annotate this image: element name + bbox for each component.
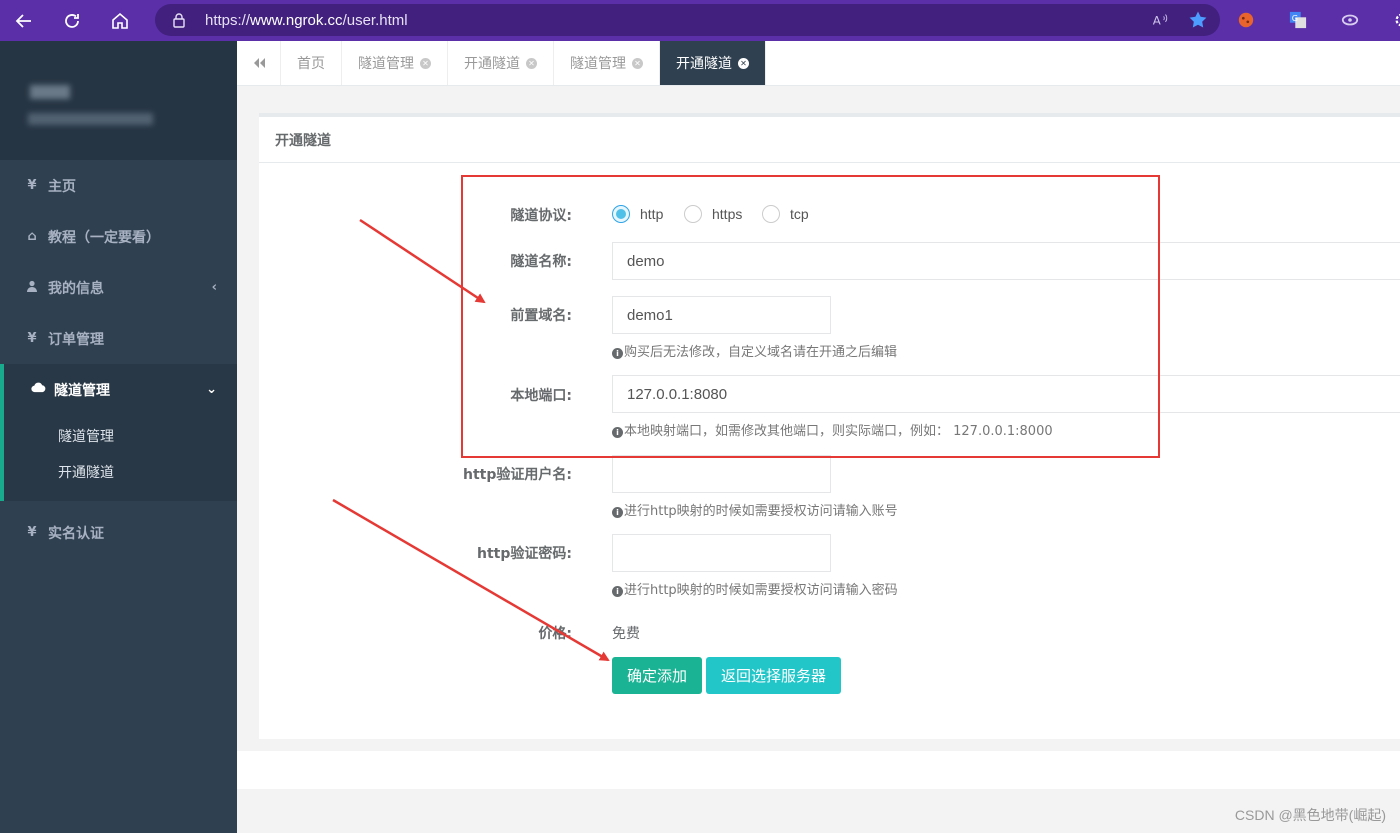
sidebar-item-tunnels[interactable]: 隧道管理 ⌄ [0, 364, 237, 415]
settings-icon[interactable] [1391, 9, 1400, 31]
http-user-input[interactable] [612, 455, 831, 493]
yen-icon: ¥ [27, 178, 37, 193]
radio-circle [762, 205, 780, 223]
back-to-servers-button[interactable]: 返回选择服务器 [706, 657, 841, 694]
tunnel-name-input[interactable]: demo [612, 242, 1400, 280]
username-blurred [28, 113, 153, 125]
sidebar-item-label: 订单管理 [48, 331, 104, 348]
info-icon: i [612, 348, 623, 359]
http-pass-label: http验证密码: [477, 546, 572, 562]
yen-icon: ¥ [27, 331, 37, 346]
subdomain-input[interactable]: demo1 [612, 296, 831, 334]
info-icon: i [612, 586, 623, 597]
submit-button[interactable]: 确定添加 [612, 657, 702, 694]
radio-circle [612, 205, 630, 223]
price-value: 免费 [612, 626, 640, 642]
http-user-help: i 进行http映射的时候如需要授权访问请输入账号 [612, 500, 898, 519]
refresh-icon [65, 13, 79, 28]
radio-circle [684, 205, 702, 223]
back-arrow-icon [15, 13, 31, 28]
lock-icon [173, 13, 185, 28]
sidebar-item-label: 教程（一定要看） [48, 229, 160, 246]
avatar-blurred [30, 85, 70, 99]
user-icon [24, 280, 40, 296]
price-label: 价格: [538, 626, 572, 642]
refresh-button[interactable] [48, 0, 96, 41]
http-pass-input[interactable] [612, 534, 831, 572]
url-text: https://www.ngrok.cc/user.html [205, 11, 408, 29]
double-chevron-left-icon [253, 58, 265, 68]
extension-cookie-icon[interactable] [1235, 9, 1257, 31]
tab-scroll-left-button[interactable] [237, 41, 281, 85]
sidebar-item-label: 我的信息 [48, 280, 104, 297]
cloud-icon [30, 382, 46, 397]
subdomain-label: 前置域名: [510, 308, 572, 324]
sidebar-item-tutorial[interactable]: ⌂ 教程（一定要看） [0, 211, 237, 262]
sidebar-item-label: 实名认证 [48, 525, 104, 542]
svg-text:G: G [1292, 13, 1298, 23]
sidebar-item-my-info[interactable]: 我的信息 ‹ [0, 262, 237, 313]
tunnel-submenu: 隧道管理 开通隧道 [0, 415, 237, 501]
svg-text:A: A [1153, 14, 1161, 28]
tunnel-name-label: 隧道名称: [510, 254, 572, 270]
favorite-star-icon[interactable] [1188, 10, 1208, 30]
radio-https[interactable]: https [684, 205, 742, 223]
browser-toolbar: https://www.ngrok.cc/user.html A G [0, 0, 1400, 41]
chevron-down-icon: ⌄ [206, 382, 217, 397]
footer [237, 751, 1400, 789]
local-port-help: i 本地映射端口，如需修改其他端口，则实际端口，例如： 127.0.0.1:800… [612, 420, 1053, 439]
sidebar-item-label: 隧道管理 [54, 382, 110, 399]
home-icon: ⌂ [27, 229, 37, 244]
tab-tunnel-manage-2[interactable]: 隧道管理 ✕ [554, 41, 660, 85]
sidebar-item-verification[interactable]: ¥ 实名认证 [0, 507, 237, 558]
home-button[interactable] [96, 0, 144, 41]
http-user-label: http验证用户名: [463, 467, 572, 483]
tab-open-tunnel[interactable]: 开通隧道 ✕ [448, 41, 554, 85]
tab-open-tunnel-active[interactable]: 开通隧道 ✕ [660, 41, 766, 85]
watermark: CSDN @黑色地带(崛起) [1234, 807, 1386, 823]
local-port-input[interactable]: 127.0.0.1:8080 [612, 375, 1400, 413]
local-port-label: 本地端口: [510, 388, 572, 404]
info-icon: i [612, 427, 623, 438]
chevron-left-icon: ‹ [211, 280, 217, 295]
tab-close-icon[interactable]: ✕ [420, 57, 431, 69]
address-bar[interactable]: https://www.ngrok.cc/user.html A [155, 4, 1220, 36]
sidebar-item-label: 主页 [48, 178, 76, 195]
sidebar-item-orders[interactable]: ¥ 订单管理 [0, 313, 237, 364]
subdomain-help: i 购买后无法修改，自定义域名请在开通之后编辑 [612, 341, 897, 360]
tab-bar: 首页 隧道管理 ✕ 开通隧道 ✕ 隧道管理 ✕ 开通隧道 ✕ [237, 41, 1400, 86]
profile-area [0, 41, 237, 160]
extension-icon[interactable] [1339, 9, 1361, 31]
tab-close-icon[interactable]: ✕ [738, 57, 749, 69]
http-pass-help: i 进行http映射的时候如需要授权访问请输入密码 [612, 579, 898, 598]
home-icon [112, 12, 128, 29]
submenu-item-tunnel-manage[interactable]: 隧道管理 [4, 419, 237, 455]
protocol-label: 隧道协议: [510, 208, 572, 224]
read-aloud-icon[interactable]: A [1150, 10, 1170, 30]
tab-close-icon[interactable]: ✕ [632, 57, 643, 69]
sidebar: ¥ 主页 ⌂ 教程（一定要看） 我的信息 ‹ ¥ 订单管理 隧道管理 ⌄ 隧道管… [0, 41, 237, 833]
tab-close-icon[interactable]: ✕ [526, 57, 537, 69]
tab-tunnel-manage[interactable]: 隧道管理 ✕ [342, 41, 448, 85]
back-button[interactable] [0, 0, 48, 41]
sidebar-item-home[interactable]: ¥ 主页 [0, 160, 237, 211]
translate-icon[interactable]: G [1287, 9, 1309, 31]
panel-title: 开通隧道 [259, 117, 1400, 163]
submenu-item-open-tunnel[interactable]: 开通隧道 [4, 455, 237, 491]
tab-home[interactable]: 首页 [281, 41, 342, 85]
radio-http[interactable]: http [612, 205, 663, 223]
yen-icon: ¥ [27, 525, 37, 540]
info-icon: i [612, 507, 623, 518]
radio-tcp[interactable]: tcp [762, 205, 809, 223]
